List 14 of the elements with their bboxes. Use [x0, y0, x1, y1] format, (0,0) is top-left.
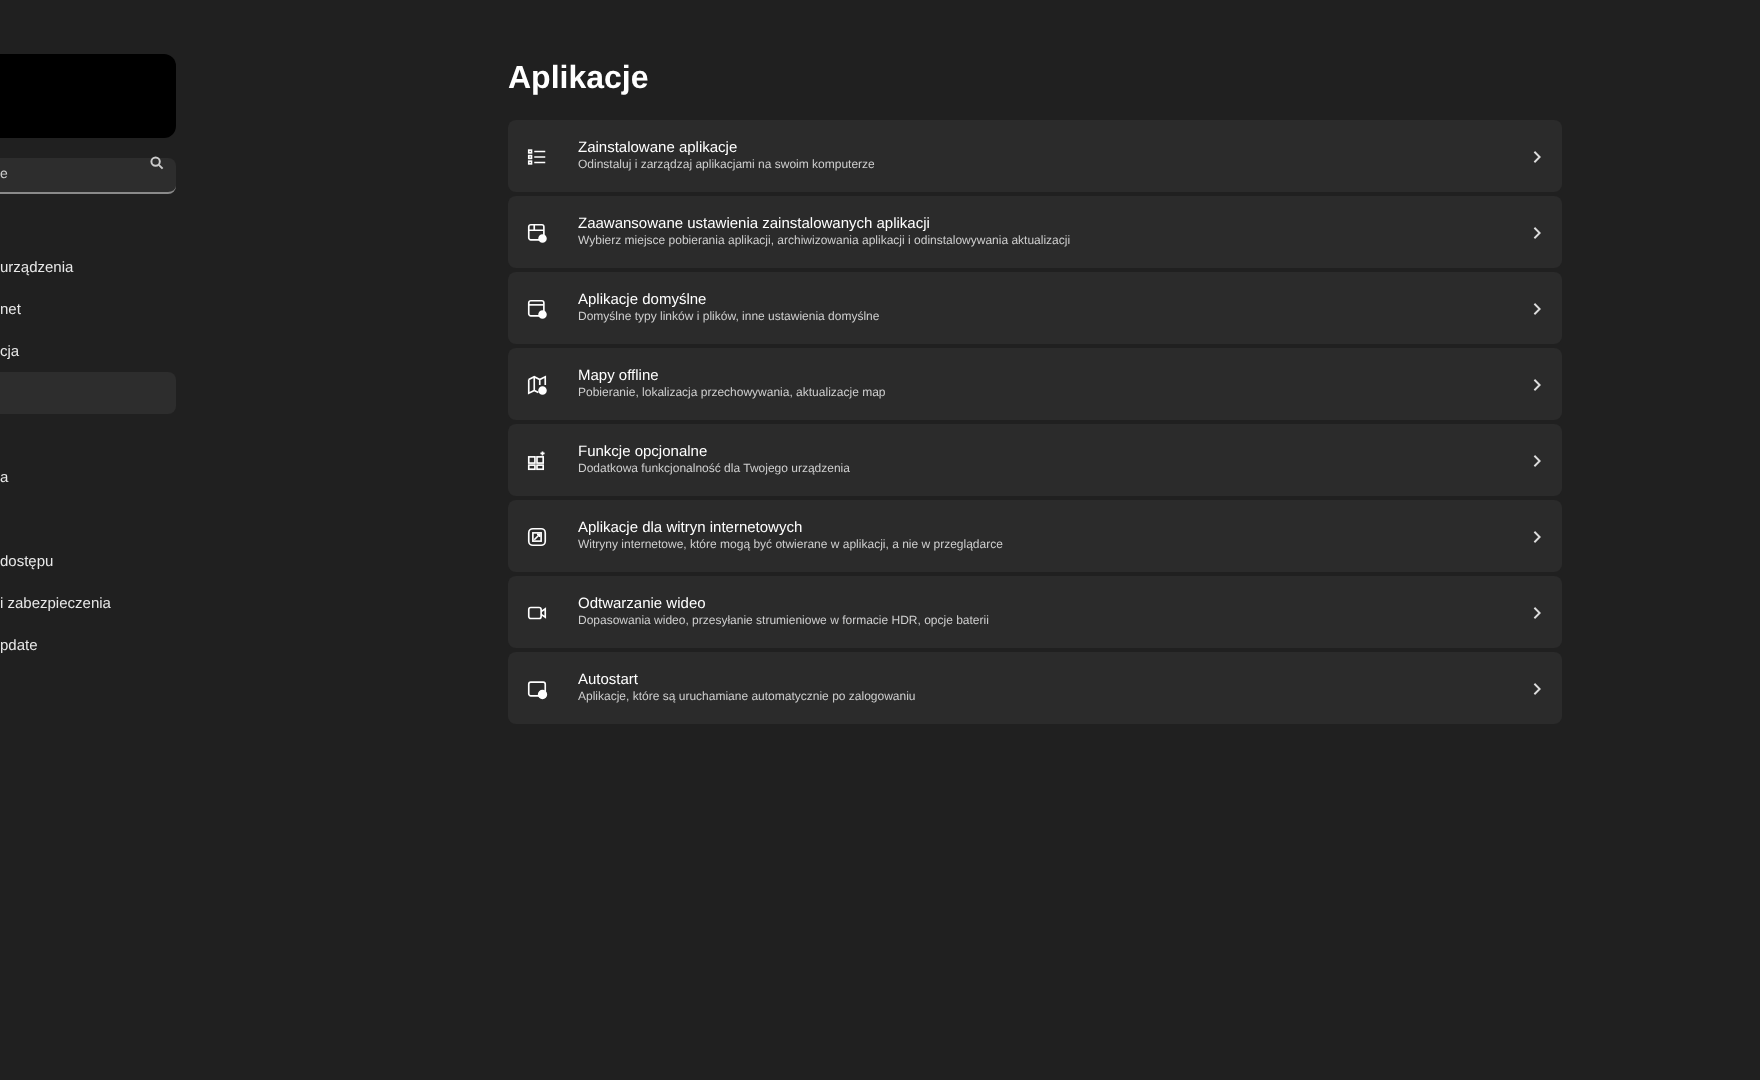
chevron-right-icon: [1532, 453, 1542, 467]
chevron-right-icon: [1532, 377, 1542, 391]
chevron-right-icon: [1532, 225, 1542, 239]
chevron-right-icon: [1532, 529, 1542, 543]
app-arrow-icon: [526, 525, 548, 547]
chevron-right-icon: [1532, 605, 1542, 619]
list-icon: [526, 145, 548, 167]
chevron-right-icon: [1532, 149, 1542, 163]
search-icon: [150, 156, 164, 170]
grid-plus-icon: [526, 449, 548, 471]
video-camera-icon: [526, 601, 548, 623]
page-title: Aplikacje: [508, 60, 651, 100]
chevron-right-icon: [1532, 681, 1542, 695]
chevron-right-icon: [1532, 301, 1542, 315]
